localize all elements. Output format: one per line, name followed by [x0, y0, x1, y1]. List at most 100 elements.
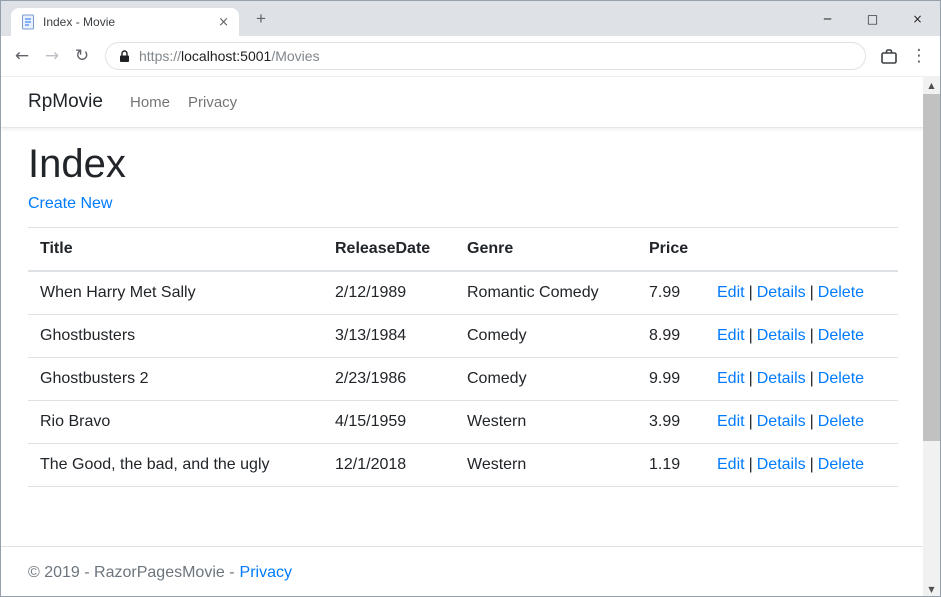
page-footer: © 2019 - RazorPagesMovie - Privacy	[1, 546, 925, 597]
back-button[interactable]: ←	[7, 41, 37, 71]
scroll-up-icon[interactable]: ▲	[923, 77, 940, 94]
browser-tab[interactable]: Index - Movie ×	[11, 8, 239, 36]
genre-cell: Romantic Comedy	[455, 271, 637, 315]
actions-cell: Edit|Details|Delete	[705, 271, 898, 315]
url-text: https://localhost:5001/Movies	[139, 48, 320, 64]
genre-cell: Comedy	[455, 358, 637, 401]
new-tab-button[interactable]: +	[247, 5, 275, 33]
address-bar[interactable]: https://localhost:5001/Movies	[105, 42, 866, 70]
header-price: Price	[637, 228, 705, 272]
title-cell: Ghostbusters	[28, 315, 323, 358]
header-genre: Genre	[455, 228, 637, 272]
page-title: Index	[28, 142, 898, 187]
details-link[interactable]: Details	[757, 327, 806, 344]
delete-link[interactable]: Delete	[818, 413, 864, 430]
lock-icon[interactable]	[119, 50, 130, 63]
window-controls: ─ □ ×	[805, 1, 940, 36]
copyright-text: © 2019 - RazorPagesMovie -	[28, 564, 235, 581]
edit-link[interactable]: Edit	[717, 370, 745, 387]
action-separator: |	[810, 327, 814, 344]
vertical-scrollbar: ▲ ▼	[923, 77, 940, 597]
price-cell: 3.99	[637, 401, 705, 444]
release-date-cell: 3/13/1984	[323, 315, 455, 358]
release-date-cell: 12/1/2018	[323, 444, 455, 487]
title-cell: Rio Bravo	[28, 401, 323, 444]
page-main: Index Create New Title ReleaseDate Genre…	[1, 128, 925, 487]
url-scheme: https://	[139, 48, 181, 64]
brand-link[interactable]: RpMovie	[28, 91, 103, 113]
genre-cell: Western	[455, 444, 637, 487]
details-link[interactable]: Details	[757, 284, 806, 301]
actions-cell: Edit|Details|Delete	[705, 315, 898, 358]
price-cell: 9.99	[637, 358, 705, 401]
site-navbar: RpMovie Home Privacy	[1, 77, 925, 128]
browser-toolbar: ← → ↻ https://localhost:5001/Movies ⋮	[1, 36, 940, 77]
maximize-button[interactable]: □	[850, 1, 895, 36]
table-row: When Harry Met Sally 2/12/1989 Romantic …	[28, 271, 898, 315]
action-separator: |	[810, 284, 814, 301]
edit-link[interactable]: Edit	[717, 327, 745, 344]
action-separator: |	[749, 284, 753, 301]
actions-cell: Edit|Details|Delete	[705, 444, 898, 487]
table-row: Rio Bravo 4/15/1959 Western 3.99 Edit|De…	[28, 401, 898, 444]
delete-link[interactable]: Delete	[818, 284, 864, 301]
table-header-row: Title ReleaseDate Genre Price	[28, 228, 898, 272]
forward-button[interactable]: →	[37, 41, 67, 71]
footer-privacy-link[interactable]: Privacy	[240, 564, 292, 581]
web-page: RpMovie Home Privacy Index Create New Ti…	[1, 77, 925, 597]
movies-table-body: When Harry Met Sally 2/12/1989 Romantic …	[28, 271, 898, 487]
edit-link[interactable]: Edit	[717, 284, 745, 301]
action-separator: |	[810, 370, 814, 387]
scrollbar-thumb[interactable]	[923, 94, 940, 441]
details-link[interactable]: Details	[757, 370, 806, 387]
header-title: Title	[28, 228, 323, 272]
tab-close-icon[interactable]: ×	[218, 16, 229, 29]
action-separator: |	[749, 370, 753, 387]
refresh-button[interactable]: ↻	[67, 41, 97, 71]
movies-table: Title ReleaseDate Genre Price When Harry…	[28, 227, 898, 487]
genre-cell: Western	[455, 401, 637, 444]
nav-link-home[interactable]: Home	[121, 94, 179, 111]
action-separator: |	[749, 456, 753, 473]
actions-cell: Edit|Details|Delete	[705, 401, 898, 444]
details-link[interactable]: Details	[757, 413, 806, 430]
delete-link[interactable]: Delete	[818, 370, 864, 387]
scroll-down-icon[interactable]: ▼	[923, 581, 940, 597]
delete-link[interactable]: Delete	[818, 456, 864, 473]
header-actions	[705, 228, 898, 272]
table-row: The Good, the bad, and the ugly 12/1/201…	[28, 444, 898, 487]
profile-icon[interactable]	[874, 41, 904, 71]
release-date-cell: 2/23/1986	[323, 358, 455, 401]
url-host: localhost:5001	[181, 48, 271, 64]
title-cell: Ghostbusters 2	[28, 358, 323, 401]
table-row: Ghostbusters 3/13/1984 Comedy 8.99 Edit|…	[28, 315, 898, 358]
action-separator: |	[810, 413, 814, 430]
price-cell: 8.99	[637, 315, 705, 358]
url-path: /Movies	[271, 48, 319, 64]
header-release-date: ReleaseDate	[323, 228, 455, 272]
favicon-icon	[21, 14, 35, 30]
menu-icon[interactable]: ⋮	[904, 41, 934, 71]
tab-title: Index - Movie	[43, 15, 210, 29]
genre-cell: Comedy	[455, 315, 637, 358]
create-new-link[interactable]: Create New	[28, 195, 112, 212]
nav-link-privacy[interactable]: Privacy	[179, 94, 246, 111]
minimize-button[interactable]: ─	[805, 1, 850, 36]
browser-window: Index - Movie × + ─ □ × ← → ↻ https://lo…	[0, 0, 941, 597]
close-button[interactable]: ×	[895, 1, 940, 36]
details-link[interactable]: Details	[757, 456, 806, 473]
release-date-cell: 4/15/1959	[323, 401, 455, 444]
table-row: Ghostbusters 2 2/23/1986 Comedy 9.99 Edi…	[28, 358, 898, 401]
delete-link[interactable]: Delete	[818, 327, 864, 344]
edit-link[interactable]: Edit	[717, 456, 745, 473]
edit-link[interactable]: Edit	[717, 413, 745, 430]
action-separator: |	[749, 327, 753, 344]
price-cell: 7.99	[637, 271, 705, 315]
price-cell: 1.19	[637, 444, 705, 487]
tab-strip: Index - Movie × + ─ □ ×	[1, 1, 940, 36]
actions-cell: Edit|Details|Delete	[705, 358, 898, 401]
release-date-cell: 2/12/1989	[323, 271, 455, 315]
title-cell: The Good, the bad, and the ugly	[28, 444, 323, 487]
action-separator: |	[749, 413, 753, 430]
title-cell: When Harry Met Sally	[28, 271, 323, 315]
